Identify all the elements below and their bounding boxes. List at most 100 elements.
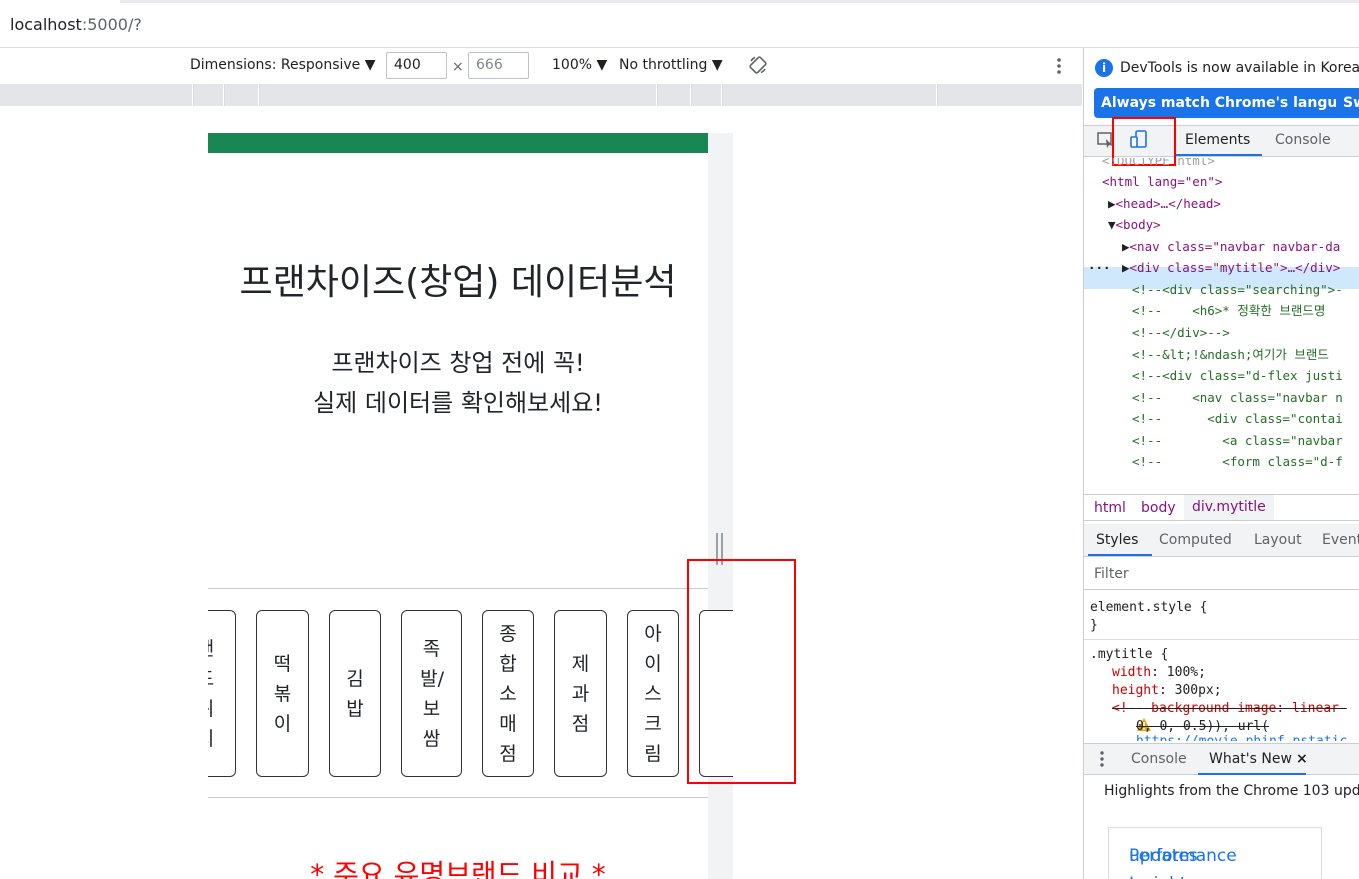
category-button[interactable]: 떡볶이 <box>256 610 309 777</box>
dom-comment[interactable]: <!-- <h6>* 정확한 브랜드명 <box>1132 300 1325 321</box>
ruler-segment[interactable] <box>692 84 722 106</box>
ruler-segment[interactable] <box>260 84 657 106</box>
category-button[interactable]: 제과점 <box>554 610 607 777</box>
width-input[interactable]: 400 <box>386 52 447 79</box>
dom-line[interactable]: <html lang="en"> <box>1102 171 1222 192</box>
tab-strip-edge <box>120 0 1359 3</box>
dom-comment[interactable]: <!--</div>--> <box>1132 322 1230 343</box>
drawer-tabbar: Console What's New × <box>1084 743 1359 775</box>
dom-line[interactable]: ▼<body> <box>1108 214 1161 235</box>
whats-new-heading: Highlights from the Chrome 103 update <box>1104 783 1359 799</box>
ruler-segment[interactable] <box>723 84 937 106</box>
subtitle-line-2: 실제 데이터를 확인해보세요! <box>313 389 603 417</box>
category-button[interactable]: 김밥 <box>329 610 381 777</box>
dom-node-body: <body> <box>1115 217 1161 232</box>
dom-tree[interactable]: <!DOCTYPE html> <html lang="en"> ▶<head>… <box>1084 158 1359 494</box>
tab-computed[interactable]: Computed <box>1159 532 1232 548</box>
dom-line[interactable]: ▶<div class="mytitle">…</div> <box>1122 257 1340 278</box>
divider <box>208 797 708 798</box>
card-title-line-2: updates <box>1129 846 1198 866</box>
zoom-dropdown[interactable]: 100% ▼ <box>552 57 607 73</box>
style-declaration[interactable]: width: 100%; <box>1112 664 1206 682</box>
dom-comment[interactable]: <!--<div class="searching">- <box>1132 279 1343 300</box>
css-prop: width <box>1112 665 1152 680</box>
media-query-ruler[interactable] <box>0 84 1083 106</box>
section-heading: * 주요 유명브랜드 비교 * <box>310 858 606 879</box>
category-button[interactable]: 샌드위치 <box>208 610 236 777</box>
address-bar[interactable]: localhost:5000/? <box>0 0 1359 48</box>
css-prop-overridden: <!-- background-image: linear- <box>1112 701 1347 716</box>
dom-comment[interactable]: <!-- <div class="contai <box>1132 408 1343 429</box>
active-tab-indicator <box>1088 554 1152 556</box>
drawer-tab-whats-new[interactable]: What's New <box>1209 751 1292 767</box>
breadcrumb-div-mytitle[interactable]: div.mytitle <box>1184 495 1274 520</box>
drawer-tab-console[interactable]: Console <box>1131 751 1187 767</box>
match-language-button[interactable]: Always match Chrome's language <box>1094 88 1359 118</box>
page-title: 프랜차이즈(창업) 데이터분석 <box>239 262 677 303</box>
dom-line[interactable]: ▶<head>…</head> <box>1108 193 1221 214</box>
category-button[interactable]: 아이스크림 <box>627 610 679 777</box>
dom-line[interactable]: ▶<nav class="navbar navbar-da <box>1122 236 1340 257</box>
page-subtitle: 프랜차이즈 창업 전에 꼭! 실제 데이터를 확인해보세요! <box>208 343 708 423</box>
dom-comment[interactable]: <!--&lt;!&ndash;여기가 브랜드 <box>1132 344 1329 365</box>
times-sign: × <box>452 59 464 75</box>
category-label: 종합소매점 <box>499 622 517 765</box>
height-input[interactable]: 666 <box>468 52 529 79</box>
subtitle-line-1: 프랜차이즈 창업 전에 꼭! <box>331 349 585 377</box>
tab-layout[interactable]: Layout <box>1254 532 1302 548</box>
dom-node-mytitle: <div class="mytitle">…</div> <box>1129 260 1341 275</box>
style-rule-selector[interactable]: element.style { <box>1090 599 1207 617</box>
breadcrumb-body[interactable]: body <box>1141 500 1176 516</box>
whats-new-card[interactable]: Performance Insightsupdates <box>1108 827 1322 879</box>
dom-comment[interactable]: <!-- <nav class="navbar n <box>1132 387 1343 408</box>
highlight-box <box>687 559 796 784</box>
emulated-page: 프랜차이즈(창업) 데이터분석 프랜차이즈 창업 전에 꼭! 실제 데이터를 확… <box>208 133 733 879</box>
category-label: 떡볶이 <box>273 652 292 735</box>
divider <box>1084 639 1359 640</box>
tab-console[interactable]: Console <box>1275 132 1331 148</box>
css-url-link[interactable]: https://movie-phinf.pstatic <box>1136 733 1347 741</box>
url-path: :5000/? <box>81 15 142 34</box>
url-text[interactable]: localhost:5000/? <box>10 15 142 34</box>
breadcrumb-html[interactable]: html <box>1094 500 1126 516</box>
css-prop: height <box>1112 683 1159 698</box>
category-button[interactable]: 종합소매점 <box>482 610 534 777</box>
styles-pane: element.style { } .mytitle { width: 100%… <box>1084 591 1359 741</box>
dom-line[interactable]: <!DOCTYPE html> <box>1102 158 1215 171</box>
info-icon: i <box>1095 59 1113 77</box>
styles-filter-input[interactable]: Filter <box>1084 558 1359 590</box>
style-declaration[interactable]: height: 300px; <box>1112 682 1222 700</box>
category-label: 아이스크림 <box>644 622 662 765</box>
ruler-segment[interactable] <box>225 84 259 106</box>
drawer-kebab-icon[interactable] <box>1098 749 1106 773</box>
tab-event-listeners[interactable]: Event <box>1322 532 1359 548</box>
dom-comment[interactable]: <!-- <a class="navbar <box>1132 430 1343 451</box>
styles-tabbar: Styles Computed Layout Event <box>1084 524 1359 557</box>
dimensions-dropdown[interactable]: Dimensions: Responsive ▼ <box>190 57 376 73</box>
dom-comment[interactable]: <!-- <form class="d-f <box>1132 451 1343 472</box>
category-label: 족발/보쌈 <box>420 637 444 750</box>
url-host: localhost <box>10 15 82 34</box>
category-label: 샌드위치 <box>208 634 217 754</box>
rotate-icon[interactable] <box>748 55 768 79</box>
tab-elements[interactable]: Elements <box>1185 132 1250 148</box>
device-emulation-area: Dimensions: Responsive ▼ 400 × 666 100% … <box>0 48 1083 879</box>
device-toolbar: Dimensions: Responsive ▼ 400 × 666 100% … <box>0 48 1083 84</box>
close-icon[interactable]: × <box>1296 751 1308 767</box>
dom-comment[interactable]: <!--<div class="d-flex justi <box>1132 365 1343 386</box>
tab-styles[interactable]: Styles <box>1096 532 1138 548</box>
infobar-message: DevTools is now available in Korean! <box>1120 60 1359 76</box>
switch-language-button[interactable]: Sw <box>1336 88 1359 118</box>
ruler-segment[interactable] <box>658 84 691 106</box>
navbar <box>208 133 708 153</box>
throttling-dropdown[interactable]: No throttling ▼ <box>619 57 723 73</box>
dom-more-icon[interactable]: ··· <box>1088 257 1111 278</box>
style-declaration[interactable]: <!-- background-image: linear- <box>1112 700 1347 718</box>
category-button[interactable]: 족발/보쌈 <box>401 610 462 777</box>
active-tab-indicator <box>1198 773 1306 775</box>
ruler-segment[interactable] <box>0 84 193 106</box>
ruler-segment[interactable] <box>938 84 1083 106</box>
kebab-icon[interactable] <box>1053 56 1065 80</box>
style-rule-selector[interactable]: .mytitle { <box>1090 646 1168 664</box>
ruler-segment[interactable] <box>194 84 224 106</box>
